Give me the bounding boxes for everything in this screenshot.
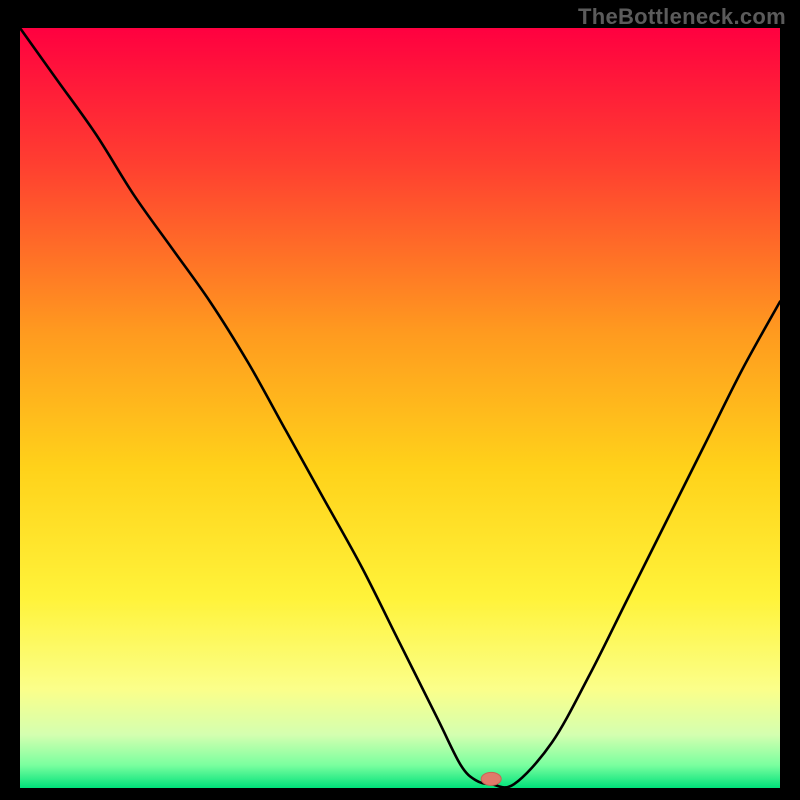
chart-container: TheBottleneck.com	[0, 0, 800, 800]
bottleneck-chart	[20, 28, 780, 788]
current-config-marker	[481, 772, 501, 785]
plot-background	[20, 28, 780, 788]
watermark-text: TheBottleneck.com	[578, 4, 786, 30]
